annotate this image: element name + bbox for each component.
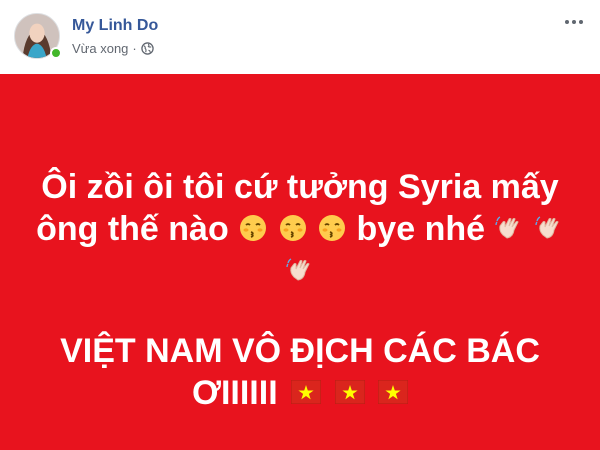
post-meta: Vừa xong · — [72, 40, 154, 56]
online-status-indicator — [50, 47, 62, 59]
post-line-2: ông thế nào bye nhé — [20, 208, 580, 250]
kissing-face-icon — [317, 213, 347, 243]
vietnam-flag-icon — [334, 380, 365, 405]
post-line-2-text-a: ông thế nào — [36, 210, 229, 248]
post-line-5-text: ƠIIIIII — [191, 374, 278, 412]
post-line-3 — [20, 250, 580, 292]
post-line-5: ƠIIIIII — [20, 372, 580, 414]
vietnam-flag-icon — [378, 380, 409, 405]
waving-hand-icon — [494, 213, 524, 243]
kissing-face-icon — [238, 213, 268, 243]
waving-hand-icon — [534, 213, 564, 243]
post-paragraph-1: Ôi zồi ôi tôi cứ tưởng Syria mấy ông thế… — [20, 166, 580, 292]
author-name[interactable]: My Linh Do — [72, 17, 158, 35]
more-options-icon[interactable] — [562, 14, 586, 30]
waving-hand-icon — [285, 255, 315, 285]
post-line-2-text-b: bye nhé — [356, 210, 486, 248]
post-paragraph-2: VIỆT NAM VÔ ĐỊCH CÁC BÁC ƠIIIIII — [20, 330, 580, 414]
vietnam-flag-icon — [291, 380, 322, 405]
post-background-card: Ôi zồi ôi tôi cứ tưởng Syria mấy ông thế… — [0, 74, 600, 450]
post-timestamp[interactable]: Vừa xong — [72, 41, 128, 56]
post-line-4: VIỆT NAM VÔ ĐỊCH CÁC BÁC — [60, 332, 540, 370]
meta-separator: · — [132, 40, 137, 56]
post-header: My Linh Do Vừa xong · — [0, 0, 600, 74]
globe-icon[interactable] — [141, 41, 154, 55]
post-line-1: Ôi zồi ôi tôi cứ tưởng Syria mấy — [41, 168, 559, 206]
kissing-face-icon — [278, 213, 308, 243]
